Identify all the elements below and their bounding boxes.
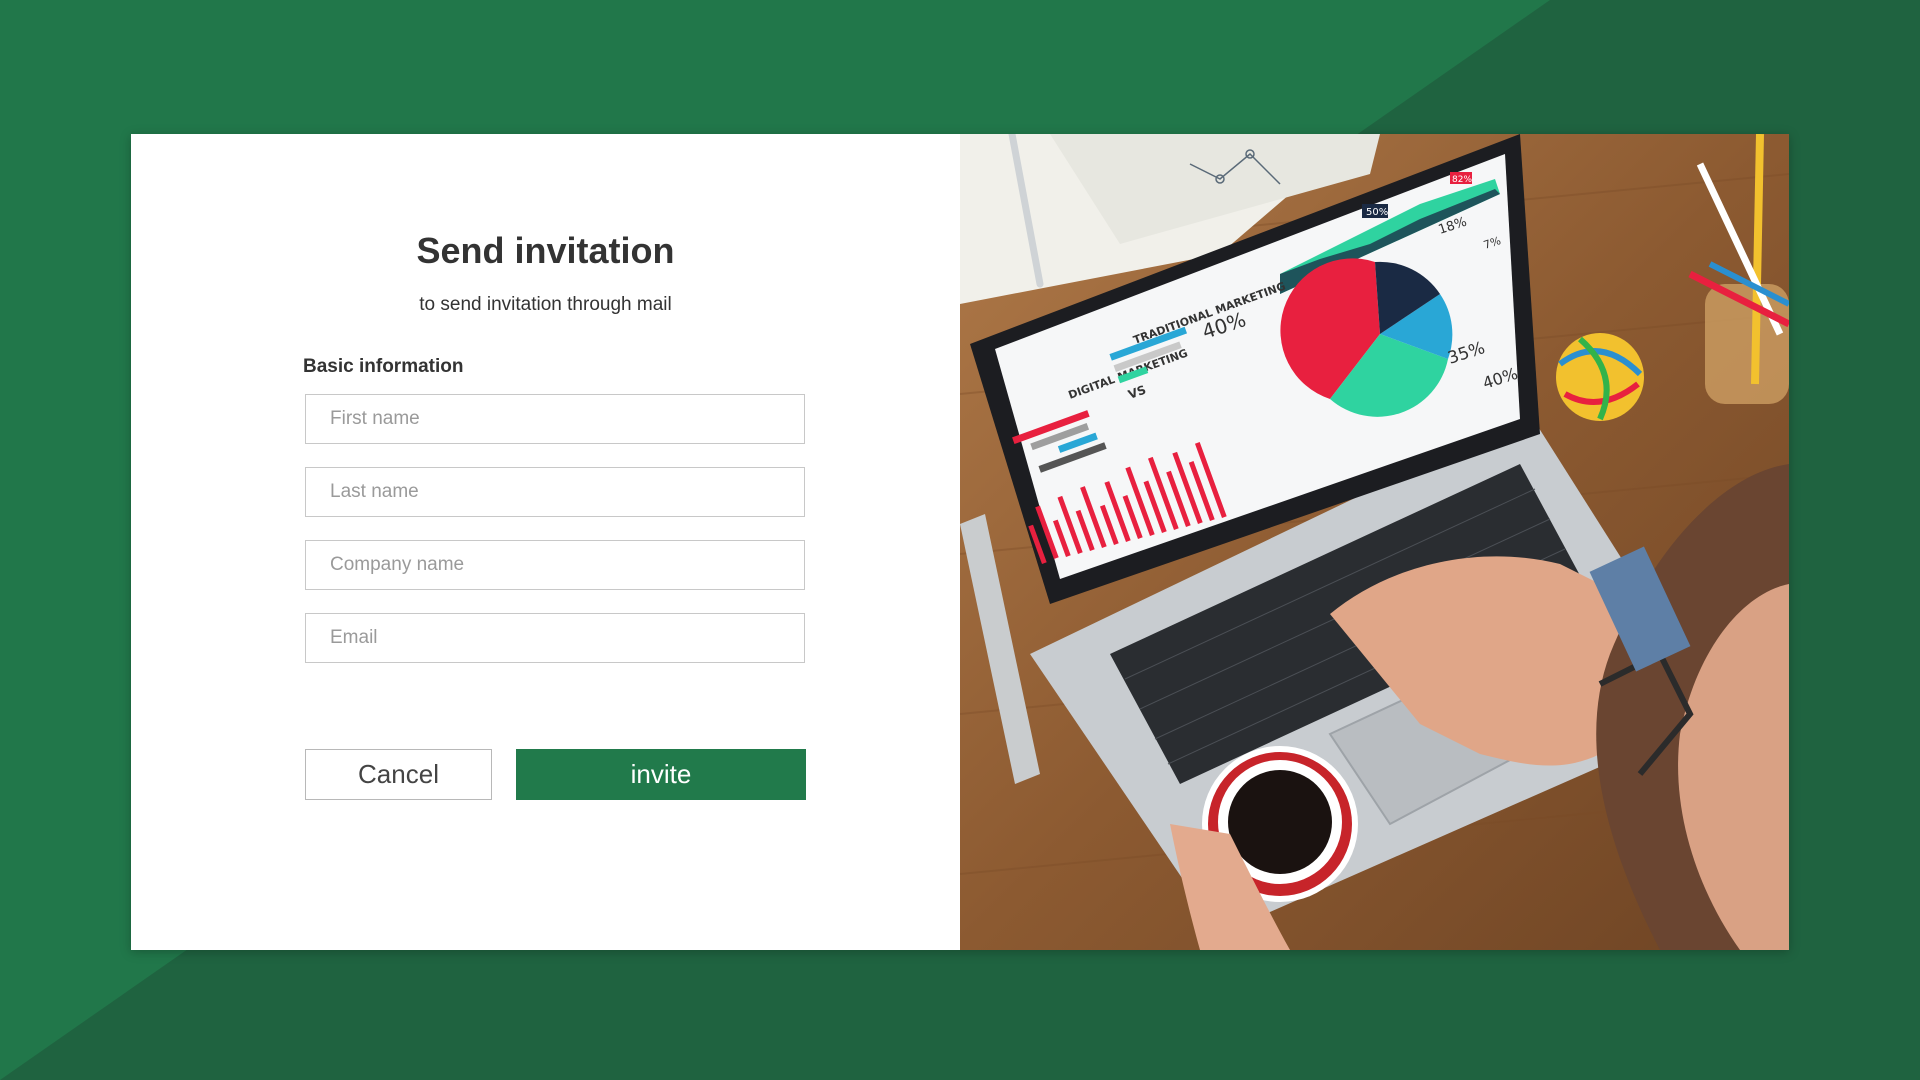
dialog-subtitle: to send invitation through mail [419, 294, 672, 315]
badge-label-1: 50% [1366, 207, 1388, 218]
cancel-button[interactable]: Cancel [305, 749, 492, 800]
form-panel: Send invitation to send invitation throu… [131, 134, 960, 950]
rubber-band-ball [1556, 333, 1644, 421]
last-name-input[interactable] [305, 467, 805, 517]
illustration-photo: 50% 82% 40% 18% 7% 35% 40% DIGITAL MARKE… [959, 134, 1789, 950]
invitation-dialog: Send invitation to send invitation throu… [131, 134, 1789, 950]
invite-button[interactable]: invite [516, 749, 806, 800]
badge-label-2: 82% [1452, 175, 1472, 185]
dialog-title: Send invitation [416, 230, 675, 271]
laptop-dashboard-illustration: 50% 82% 40% 18% 7% 35% 40% DIGITAL MARKE… [959, 134, 1789, 950]
first-name-input[interactable] [305, 394, 805, 444]
section-label-basic-information: Basic information [303, 356, 464, 377]
company-name-input[interactable] [305, 540, 805, 590]
email-input[interactable] [305, 613, 805, 663]
